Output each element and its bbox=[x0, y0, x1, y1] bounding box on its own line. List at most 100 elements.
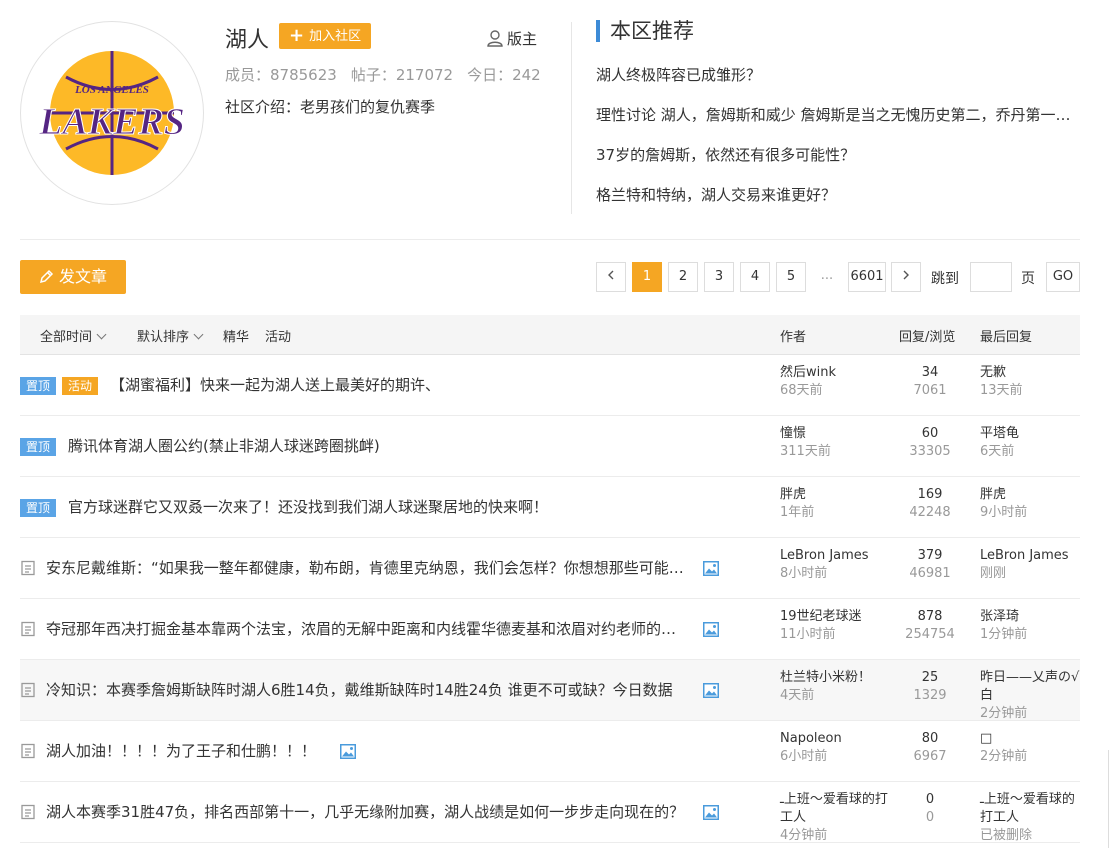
reply-count: 80 bbox=[921, 731, 939, 746]
last-reply-user[interactable]: 无歉 bbox=[980, 364, 1080, 382]
sort-dropdown[interactable]: 默认排序 bbox=[137, 326, 204, 345]
pinned-badge: 置顶 bbox=[20, 438, 57, 456]
author-name[interactable]: LeBron James bbox=[780, 547, 890, 565]
counts-column-header: 回复/浏览 bbox=[899, 330, 956, 345]
post-title[interactable]: 腾讯体育湖人圈公约(禁止非湖人球迷跨圈挑衅) bbox=[68, 435, 380, 456]
scroll-edge bbox=[1108, 750, 1109, 848]
author-cell: LeBron James 8小时前 bbox=[780, 547, 890, 583]
last-reply-user[interactable]: 昨日——乂声の√白 bbox=[980, 669, 1080, 705]
author-name[interactable]: 杜兰特小米粉！ bbox=[780, 669, 890, 687]
pinned-badge: 置顶 bbox=[20, 377, 57, 395]
recommend-title: 本区推荐 bbox=[596, 20, 694, 42]
page-button-3[interactable]: 3 bbox=[704, 262, 734, 292]
logo-main-text: LAKERS bbox=[38, 101, 185, 143]
last-reply-user[interactable]: 胖虎 bbox=[980, 486, 1080, 504]
lakers-logo: LOS ANGELES LAKERS bbox=[38, 51, 185, 175]
today-count: 今日：242 bbox=[467, 66, 541, 84]
activity-badge: 活动 bbox=[62, 377, 99, 395]
community-name: 湖人 bbox=[225, 28, 270, 53]
table-row[interactable]: 湖人加油！！！！为了王子和仕鹏！！！ Napoleon 6小时前 80 6967 □ 2分钟… bbox=[20, 721, 1080, 782]
author-name[interactable]: 19世纪老球迷 bbox=[780, 608, 890, 626]
table-row[interactable]: 冷知识：本赛季詹姆斯缺阵时湖人6胜14负，戴维斯缺阵时14胜24负 谁更不可或缺… bbox=[20, 660, 1080, 721]
prev-page-button[interactable] bbox=[596, 262, 626, 292]
join-community-button[interactable]: + 加入社区 bbox=[279, 23, 372, 49]
page-button-1[interactable]: 1 bbox=[632, 262, 662, 292]
author-name[interactable]: 然后wink bbox=[780, 364, 890, 382]
moderator-link[interactable]: 版主 bbox=[487, 28, 537, 49]
counts-cell: 80 6967 bbox=[890, 730, 970, 766]
chevron-down-icon bbox=[96, 329, 107, 340]
last-reply-cell: LeBron James 刚刚 bbox=[980, 547, 1080, 583]
document-icon bbox=[20, 743, 36, 763]
last-reply-user[interactable]: □ bbox=[980, 730, 1080, 748]
recommend-item[interactable]: 理性讨论 湖人，詹姆斯和威少 詹姆斯是当之无愧历史第二，乔丹第一，这是大部分人认… bbox=[596, 104, 1076, 125]
section-divider bbox=[20, 239, 1080, 240]
chevron-left-icon bbox=[608, 270, 614, 280]
image-icon bbox=[703, 683, 719, 702]
post-title[interactable]: 冷知识：本赛季詹姆斯缺阵时湖人6胜14负，戴维斯缺阵时14胜24负 谁更不可或缺… bbox=[46, 679, 673, 700]
page-button-2[interactable]: 2 bbox=[668, 262, 698, 292]
page-jump-input[interactable] bbox=[970, 262, 1012, 292]
row-badges: 置顶 活动 bbox=[20, 375, 104, 395]
row-badges: 置顶 bbox=[20, 436, 62, 456]
view-count: 6967 bbox=[913, 749, 947, 764]
last-reply-column-header: 最后回复 bbox=[980, 330, 1033, 345]
table-row[interactable]: 夺冠那年西决打掘金基本靠两个法宝，浓眉的无解中距离和内线霍华德麦基和浓眉对约老师… bbox=[20, 599, 1080, 660]
post-title[interactable]: 安东尼戴维斯：“如果我一整年都健康，勒布朗，肯德里克纳恩，我们会怎样？你想想那些… bbox=[46, 557, 690, 578]
time-filter-dropdown[interactable]: 全部时间 bbox=[40, 326, 107, 345]
author-name[interactable]: Napoleon bbox=[780, 730, 890, 748]
go-button[interactable]: GO bbox=[1046, 262, 1080, 292]
image-icon bbox=[703, 622, 719, 641]
author-cell: Napoleon 6小时前 bbox=[780, 730, 890, 766]
post-title[interactable]: 【湖蜜福利】快来一起为湖人送上最美好的期许、 bbox=[110, 374, 440, 395]
page-button-last[interactable]: 6601 bbox=[848, 262, 886, 292]
last-reply-cell: 平塔龟 6天前 bbox=[980, 425, 1080, 461]
last-reply-cell: 昨日——乂声の√白 2分钟前 bbox=[980, 669, 1080, 723]
next-page-button[interactable] bbox=[891, 262, 921, 292]
post-title[interactable]: 夺冠那年西决打掘金基本靠两个法宝，浓眉的无解中距离和内线霍华德麦基和浓眉对约老师… bbox=[46, 618, 690, 639]
community-stats: 成员：8785623 帖子：217072 今日：242 bbox=[225, 64, 541, 85]
header-divider bbox=[571, 22, 572, 214]
counts-cell: 169 42248 bbox=[890, 486, 970, 522]
table-row[interactable]: 置顶 腾讯体育湖人圈公约(禁止非湖人球迷跨圈挑衅) 憧憬 311天前 60 33305 平塔… bbox=[20, 416, 1080, 477]
reply-count: 25 bbox=[921, 670, 939, 685]
reply-count: 169 bbox=[917, 487, 943, 502]
last-reply-user[interactable]: 平塔龟 bbox=[980, 425, 1080, 443]
last-reply-cell: 张泽琦 1分钟前 bbox=[980, 608, 1080, 644]
last-reply-user[interactable]: 张泽琦 bbox=[980, 608, 1080, 626]
author-cell: 憧憬 311天前 bbox=[780, 425, 890, 461]
page-unit-label: 页 bbox=[1021, 271, 1035, 287]
author-name[interactable]: 胖虎 bbox=[780, 486, 890, 504]
document-icon bbox=[20, 560, 36, 580]
recommend-item[interactable]: 湖人终极阵容已成雏形？ bbox=[596, 64, 1076, 85]
jump-label: 跳到 bbox=[931, 271, 959, 287]
recommend-item[interactable]: 格兰特和特纳，湖人交易来谁更好？ bbox=[596, 184, 1076, 205]
table-row[interactable]: 置顶 活动 【湖蜜福利】快来一起为湖人送上最美好的期许、 然后wink 68天前 34 70… bbox=[20, 355, 1080, 416]
author-name[interactable]: 憧憬 bbox=[780, 425, 890, 443]
user-icon bbox=[487, 30, 503, 47]
post-title[interactable]: 湖人加油！！！！为了王子和仕鹏！！！ bbox=[46, 740, 316, 761]
last-reply-time: 13天前 bbox=[980, 383, 1023, 398]
post-label: 发文章 bbox=[58, 267, 107, 286]
table-row[interactable]: 湖人本赛季31胜47负，排名西部第十一，几乎无缘附加赛，湖人战绩是如何一步步走向… bbox=[20, 782, 1080, 843]
view-count: 42248 bbox=[909, 505, 951, 520]
post-title[interactable]: 湖人本赛季31胜47负，排名西部第十一，几乎无缘附加赛，湖人战绩是如何一步步走向… bbox=[46, 801, 684, 822]
page-button-4[interactable]: 4 bbox=[740, 262, 770, 292]
author-cell: ـ上班～爱看球的打工人 4分钟前 bbox=[780, 791, 890, 845]
image-icon bbox=[340, 744, 356, 763]
page-button-5[interactable]: 5 bbox=[776, 262, 806, 292]
table-row[interactable]: 置顶 官方球迷群它又双叒一次来了！还没找到我们湖人球迷聚居地的快来啊！ 胖虎 1年前 1… bbox=[20, 477, 1080, 538]
counts-cell: 878 254754 bbox=[890, 608, 970, 644]
table-row[interactable]: 安东尼戴维斯：“如果我一整年都健康，勒布朗，肯德里克纳恩，我们会怎样？你想想那些… bbox=[20, 538, 1080, 599]
last-reply-user[interactable]: LeBron James bbox=[980, 547, 1080, 565]
post-article-button[interactable]: 发文章 bbox=[20, 260, 126, 294]
last-reply-user[interactable]: ـ上班～爱看球的打工人 bbox=[980, 791, 1080, 827]
activity-filter[interactable]: 活动 bbox=[265, 326, 291, 345]
moderator-label: 版主 bbox=[507, 30, 538, 48]
post-title[interactable]: 官方球迷群它又双叒一次来了！还没找到我们湖人球迷聚居地的快来啊！ bbox=[68, 496, 548, 517]
featured-filter[interactable]: 精华 bbox=[223, 326, 249, 345]
recommend-item[interactable]: 37岁的詹姆斯，依然还有很多可能性？ bbox=[596, 144, 1076, 165]
last-reply-time: 刚刚 bbox=[980, 566, 1007, 581]
author-name[interactable]: ـ上班～爱看球的打工人 bbox=[780, 791, 890, 827]
reply-count: 0 bbox=[925, 792, 935, 807]
